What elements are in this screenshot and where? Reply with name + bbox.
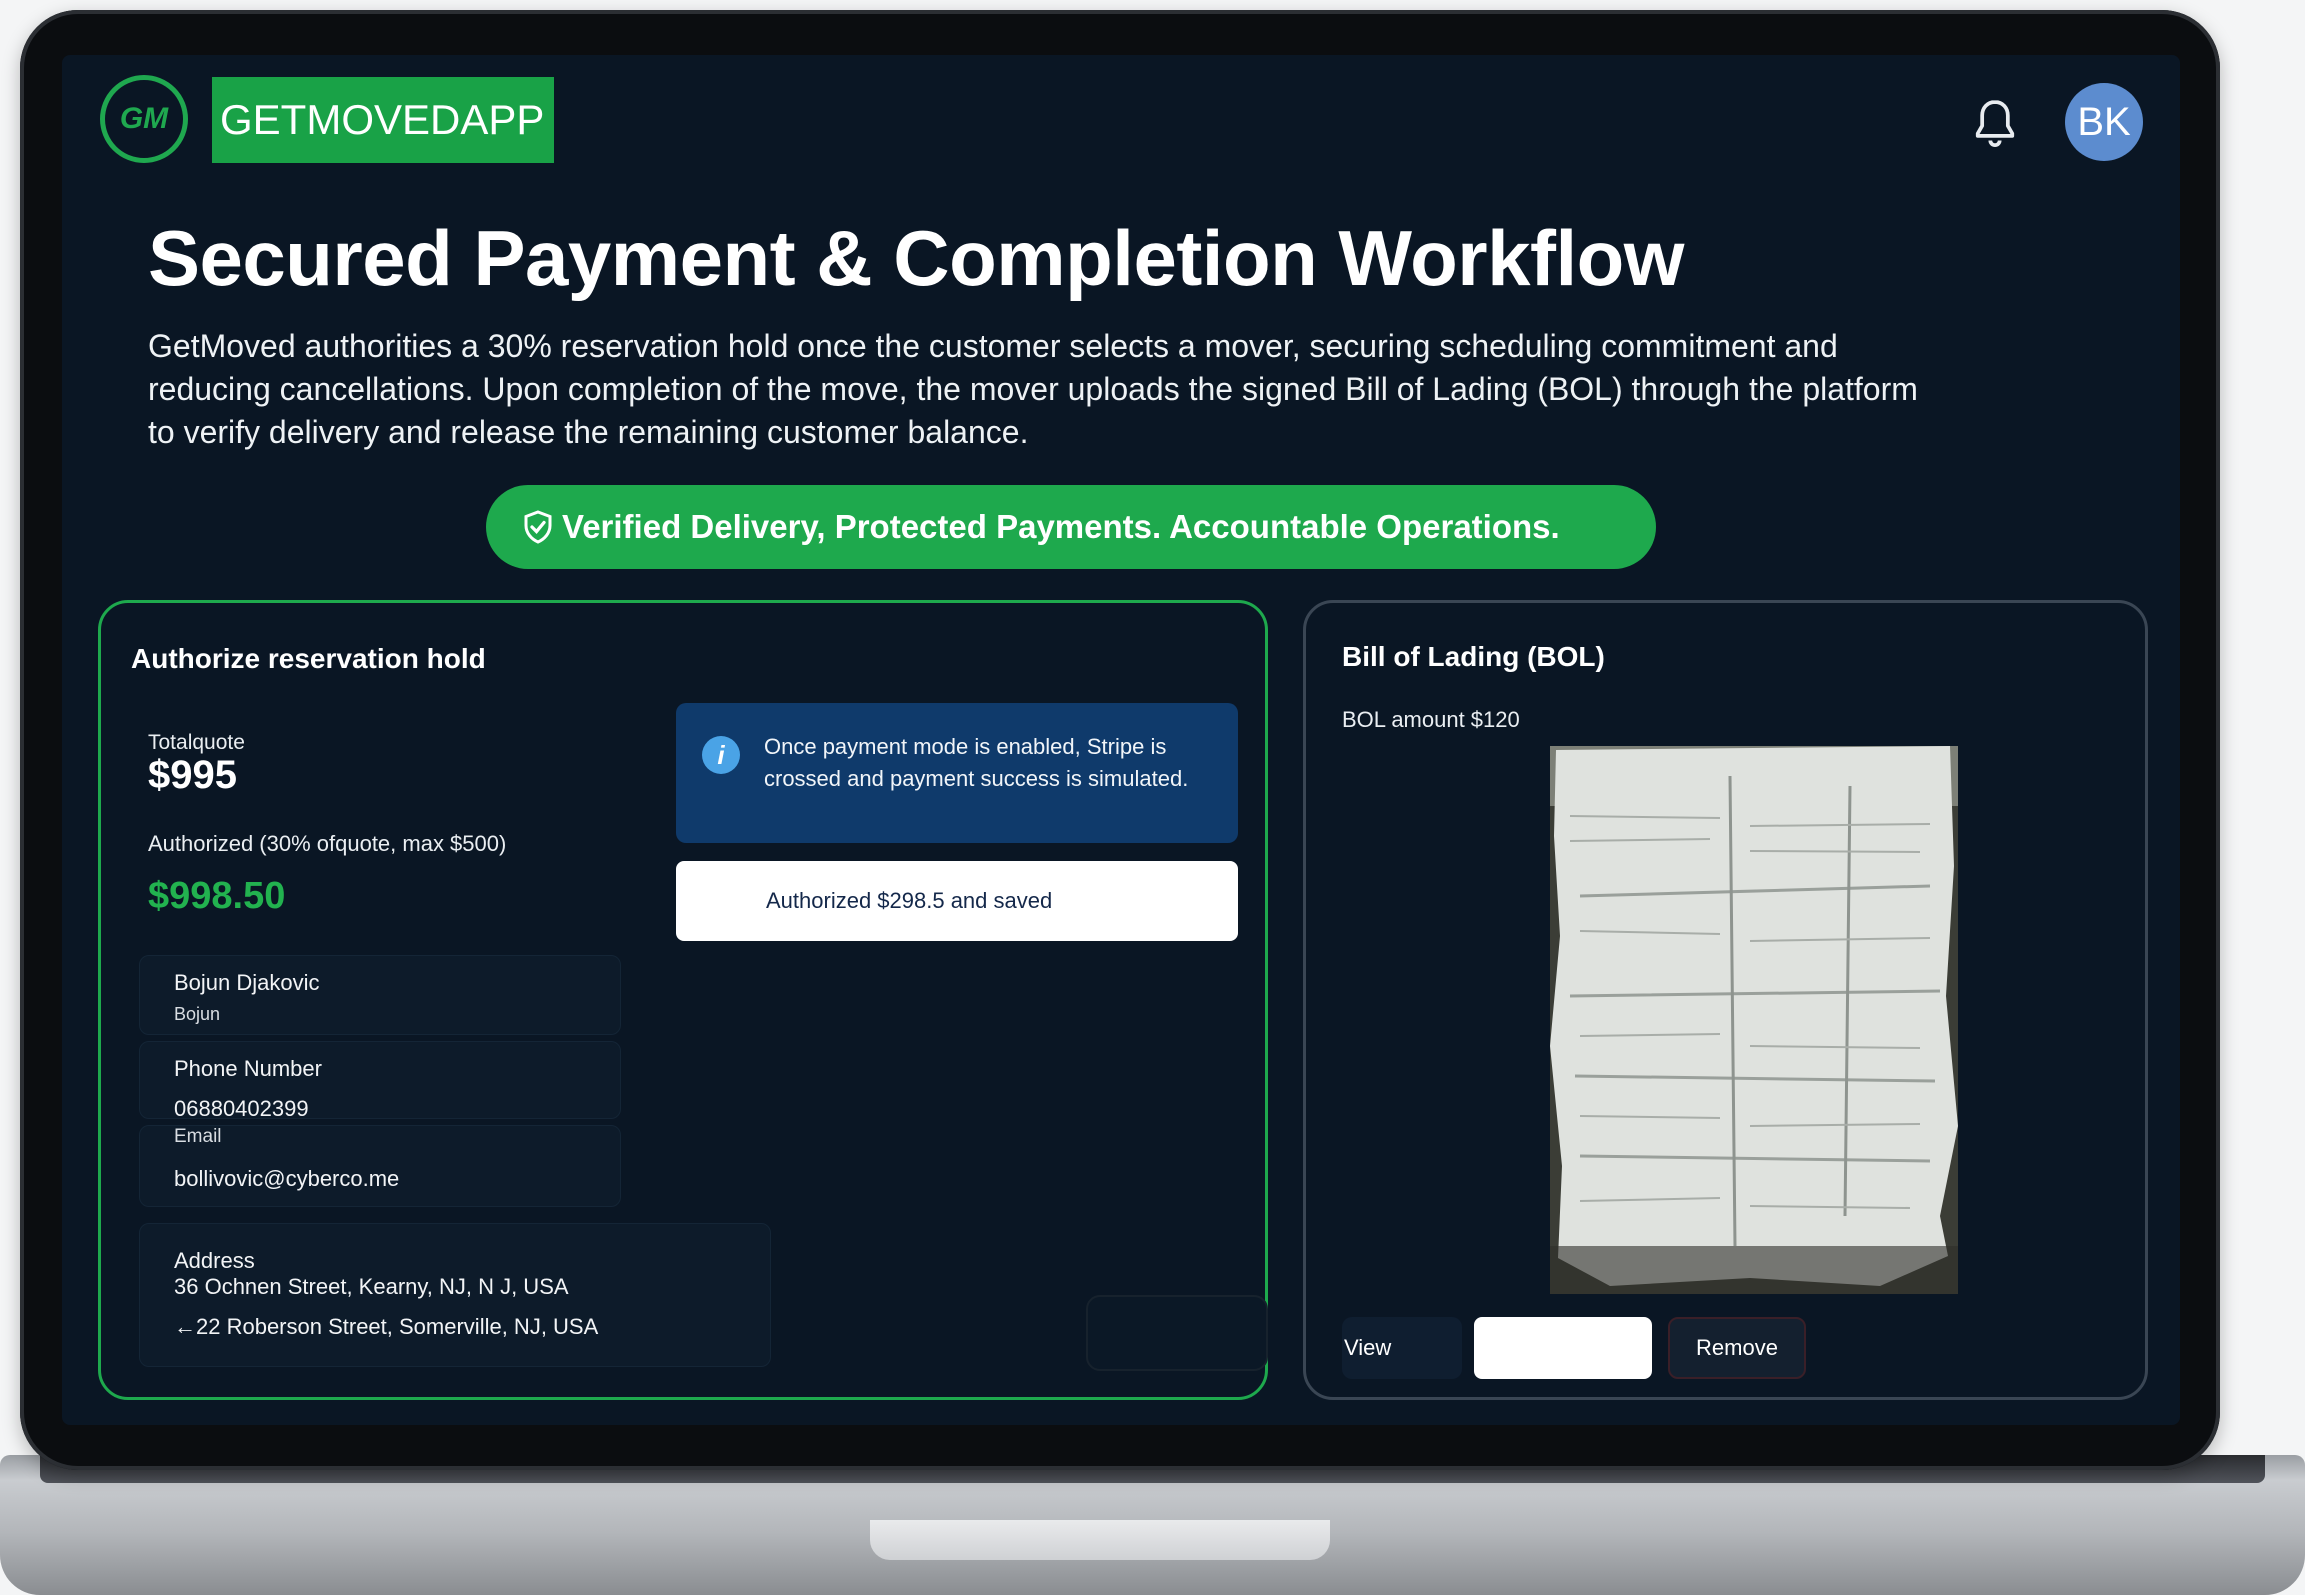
page-description: GetMoved authorities a 30% reservation h… <box>148 328 1918 450</box>
trust-banner: Verified Delivery, Protected Payments. A… <box>486 485 1656 569</box>
bol-heading: Bill of Lading (BOL) <box>1342 641 1605 672</box>
info-text: Once payment mode is enabled, Stripe is … <box>764 734 1189 791</box>
address-to: ←22 Roberson Street, Somerville, NJ, USA <box>174 1314 599 1339</box>
authorization-status: Authorized $298.5 and saved <box>676 861 1238 941</box>
bell-icon[interactable] <box>1967 95 2023 151</box>
customer-name: Bojun Djakovic <box>174 970 320 995</box>
address-label: Address <box>174 1248 255 1273</box>
remove-button-label: Remove <box>1696 1335 1778 1360</box>
reservation-heading: Authorize reservation hold <box>131 643 486 674</box>
authorized-label: Authorized (30% ofquote, max $500) <box>148 831 507 856</box>
total-quote-label: Totalquote <box>148 731 245 754</box>
payment-info-alert: i Once payment mode is enabled, Stripe i… <box>676 703 1238 843</box>
address-from: 36 Ochnen Street, Kearny, NJ, N J, USA <box>174 1274 569 1299</box>
address-field[interactable]: Address 36 Ochnen Street, Kearny, NJ, N … <box>139 1223 771 1367</box>
bol-amount: BOL amount $120 <box>1342 707 1520 732</box>
authorization-status-text: Authorized $298.5 and saved <box>766 888 1053 913</box>
total-quote-value: $995 <box>148 753 237 797</box>
bol-upload-button[interactable] <box>1474 1317 1652 1379</box>
customer-name-field[interactable]: Bojun Djakovic Bojun <box>139 955 621 1035</box>
shield-check-icon <box>524 510 552 544</box>
customer-name-sub: Bojun <box>174 1004 221 1024</box>
banner-text: Verified Delivery, Protected Payments. A… <box>562 508 1560 545</box>
email-value: bollivovic@cyberco.me <box>174 1166 400 1191</box>
remove-button[interactable]: Remove <box>1668 1317 1806 1379</box>
laptop-notch <box>870 1520 1330 1560</box>
view-button-label: View <box>1344 1335 1392 1360</box>
bol-document-photo[interactable] <box>1550 746 1958 1294</box>
view-button[interactable]: View <box>1342 1317 1462 1379</box>
phone-field[interactable]: Phone Number 06880402399 <box>139 1041 621 1121</box>
email-label: Email <box>174 1126 222 1147</box>
user-avatar[interactable]: BK <box>2065 83 2143 161</box>
phone-value: 06880402399 <box>174 1096 309 1121</box>
logo-mark[interactable]: GM <box>100 75 188 163</box>
bol-card: Bill of Lading (BOL) BOL amount $120 Vie… <box>1303 600 2148 1400</box>
info-icon: i <box>702 736 740 774</box>
page-title: Secured Payment & Completion Workflow <box>148 214 1684 302</box>
app-screen: GM GETMOVEDAPP BK Secured Payment & Comp… <box>62 55 2180 1425</box>
email-field[interactable]: Email bollivovic@cyberco.me <box>139 1125 621 1207</box>
reservation-card: Authorize reservation hold Totalquote $9… <box>98 600 1268 1400</box>
authorized-amount: $998.50 <box>148 875 286 917</box>
brand-name[interactable]: GETMOVEDAPP <box>212 77 554 163</box>
phone-label: Phone Number <box>174 1056 322 1081</box>
reservation-action-button[interactable] <box>1086 1295 1268 1371</box>
